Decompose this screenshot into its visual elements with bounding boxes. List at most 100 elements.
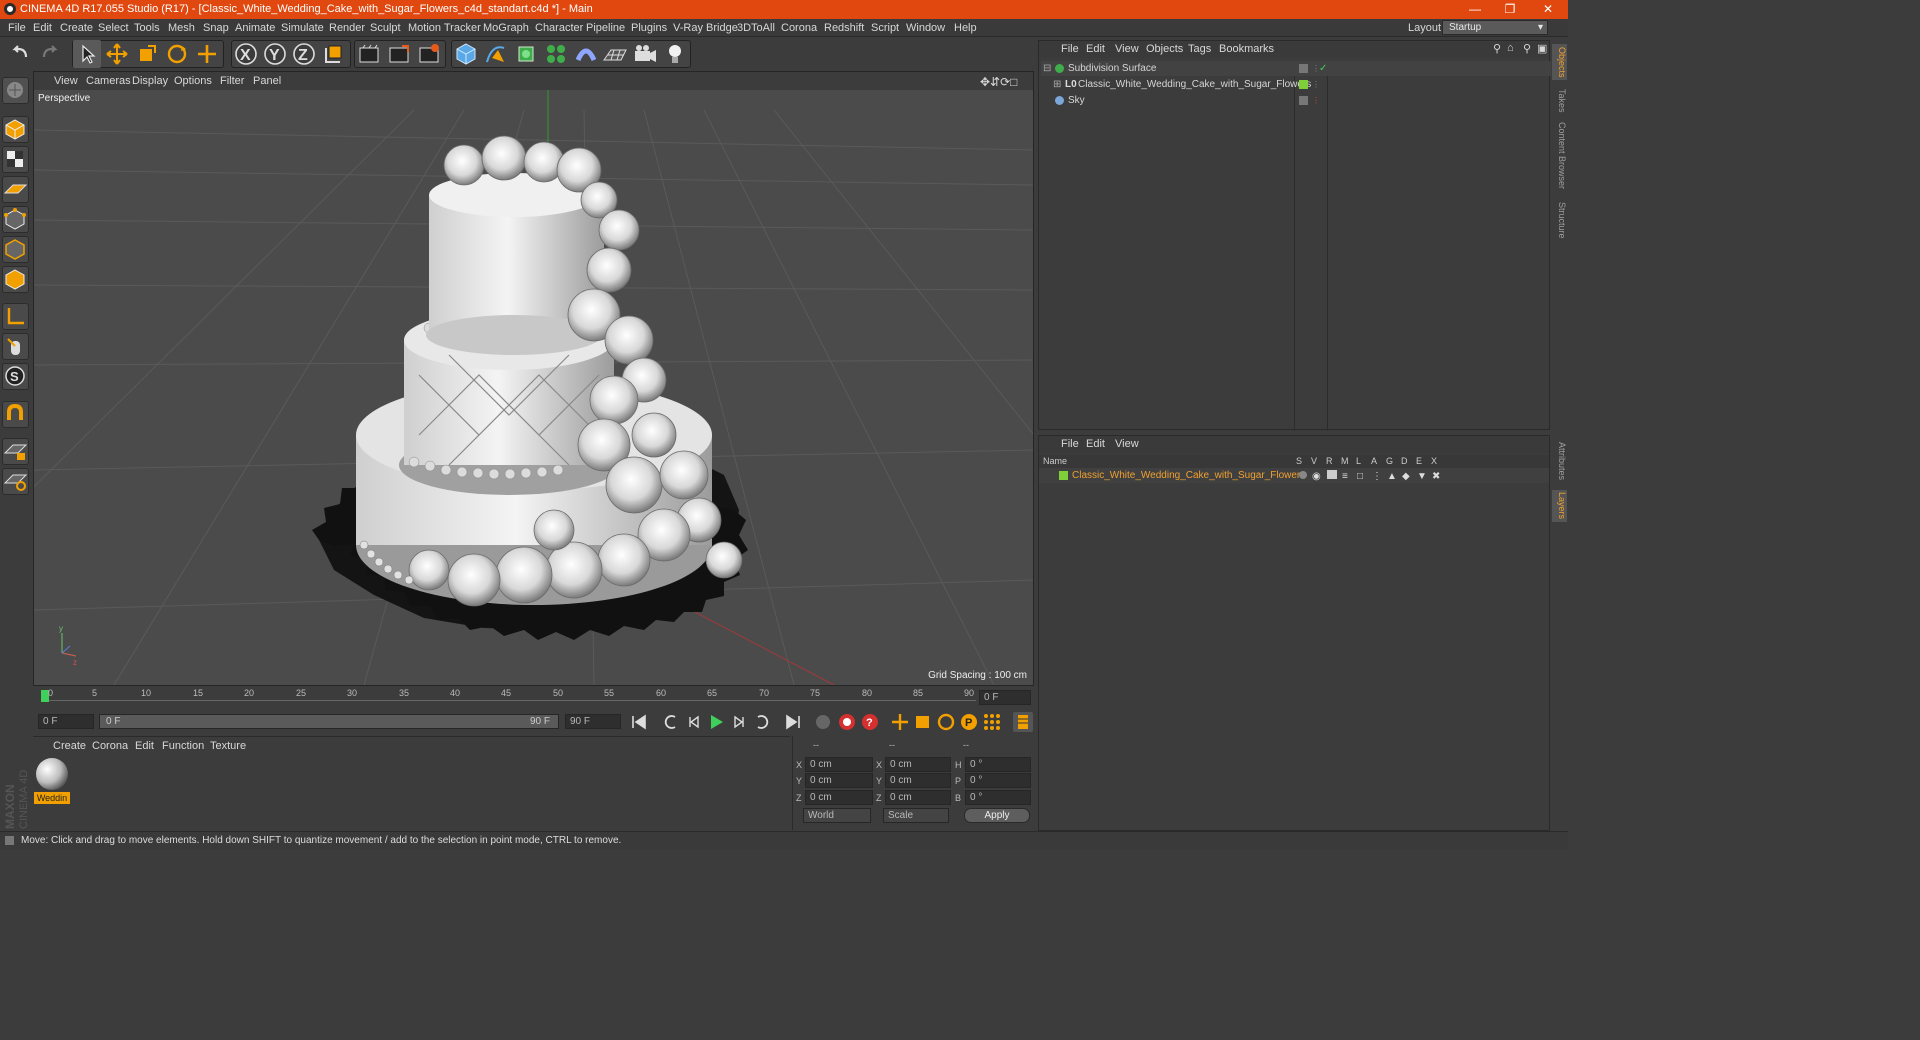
rotation-b-field[interactable]: 0 ° [965,790,1031,805]
render-view-button[interactable] [355,40,383,68]
pen-spline-button[interactable] [482,40,510,68]
size-mode-select[interactable]: Scale [883,808,949,823]
deformer-button[interactable] [572,40,600,68]
render-picture-viewer-button[interactable] [385,40,413,68]
tab-layers[interactable]: Layers [1552,490,1567,522]
tab-objects[interactable]: Objects [1552,44,1567,80]
visible-eye-icon[interactable]: ◉ [1312,469,1321,484]
play-button[interactable] [704,712,728,732]
material-menu-corona[interactable]: Corona [92,740,128,752]
record-keys-disabled-icon[interactable] [812,712,834,732]
expressions-toggle-icon[interactable]: ▼ [1417,469,1427,484]
animation-toggle-icon[interactable]: ⋮ [1372,469,1382,484]
menu-snap[interactable]: Snap [203,22,229,34]
render-settings-button[interactable] [415,40,443,68]
menu-help[interactable]: Help [954,22,977,34]
material-menu-edit[interactable]: Edit [135,740,154,752]
timeline-window-button[interactable] [1013,712,1033,732]
apply-button[interactable]: Apply [964,808,1030,823]
go-to-end-button[interactable] [781,712,805,732]
layer-row[interactable]: Classic_White_Wedding_Cake_with_Sugar_Fl… [1039,468,1549,483]
viewport-menu-panel[interactable]: Panel [253,75,281,87]
xref-toggle-icon[interactable]: ✖ [1432,469,1440,484]
enabled-check-icon[interactable]: ✓ [1319,61,1327,76]
workplane-button[interactable] [2,176,29,203]
tab-structure[interactable]: Structure [1552,198,1567,242]
position-y-field[interactable]: 0 cm [805,773,873,788]
solo-button[interactable]: S [2,363,29,390]
z-axis-lock-button[interactable]: Z [290,40,318,68]
viewport-3d-view[interactable]: y z [0,90,1235,686]
lock-workplane-button[interactable] [2,438,29,465]
timeline-ruler[interactable]: 0 5 10 15 20 25 30 35 40 45 50 55 60 65 … [33,686,1034,710]
viewport-menu-view[interactable]: View [54,75,78,87]
manager-toggle-icon[interactable]: ≡ [1342,469,1348,484]
menu-edit[interactable]: Edit [33,22,52,34]
visibility-dots-icon[interactable]: ⋮ [1312,77,1320,92]
edges-mode-button[interactable] [2,236,29,263]
viewport-menu-display[interactable]: Display [132,75,168,87]
texture-mode-button[interactable] [2,146,29,173]
menu-file[interactable]: File [8,22,26,34]
layers-menu-file[interactable]: File [1061,438,1079,450]
menu-simulate[interactable]: Simulate [281,22,324,34]
key-rotation-button[interactable] [935,712,957,732]
menu-tools[interactable]: Tools [134,22,160,34]
expand-icon[interactable]: ⊞ [1053,77,1061,92]
key-parameter-button[interactable]: P [958,712,980,732]
frame-range-slider[interactable]: 0 F 90 F [99,714,559,729]
menu-3dtoall[interactable]: 3DToAll [737,22,775,34]
end-frame-field[interactable]: 90 F [565,714,621,729]
snapping-button[interactable] [2,401,29,428]
key-scale-button[interactable] [912,712,934,732]
viewport-menu-cameras[interactable]: Cameras [86,75,131,87]
camera-button[interactable] [631,40,659,68]
redo-button[interactable] [36,40,64,68]
menu-sculpt[interactable]: Sculpt [370,22,401,34]
menu-redshift[interactable]: Redshift [824,22,864,34]
material-menu-texture[interactable]: Texture [210,740,246,752]
planar-workplane-button[interactable] [2,468,29,495]
coordinate-system-button[interactable] [320,40,348,68]
menu-mesh[interactable]: Mesh [168,22,195,34]
tab-attributes[interactable]: Attributes [1552,436,1567,486]
solo-toggle-icon[interactable] [1299,471,1307,479]
objects-menu-bookmarks[interactable]: Bookmarks [1219,43,1274,55]
objects-menu-file[interactable]: File [1061,43,1079,55]
viewport-menu-filter[interactable]: Filter [220,75,244,87]
rotate-tool-button[interactable] [163,40,191,68]
render-toggle-icon[interactable] [1327,470,1337,479]
new-view-icon[interactable]: ⚲ [1523,42,1531,55]
light-button[interactable] [661,40,689,68]
restore-icon[interactable]: ❐ [1495,0,1525,19]
menu-plugins[interactable]: Plugins [631,22,667,34]
menu-corona[interactable]: Corona [781,22,817,34]
viewport-navigation-icon[interactable]: ✥⇵⟳□ [980,75,1017,89]
position-z-field[interactable]: 0 cm [805,790,873,805]
menu-window[interactable]: Window [906,22,945,34]
objects-menu-edit[interactable]: Edit [1086,43,1105,55]
lock-icon[interactable]: □ [1357,469,1363,484]
cloner-button[interactable] [542,40,570,68]
rotation-h-field[interactable]: 0 ° [965,757,1031,772]
select-tool-button[interactable] [73,40,101,68]
material-menu-function[interactable]: Function [162,740,204,752]
previous-key-button[interactable] [659,712,683,732]
model-mode-button[interactable] [2,116,29,143]
minimize-icon[interactable]: — [1460,0,1490,19]
make-editable-button[interactable] [2,77,29,104]
close-icon[interactable]: ✕ [1533,0,1563,19]
next-frame-button[interactable] [727,712,751,732]
key-pla-button[interactable] [981,712,1003,732]
record-active-objects-button[interactable] [836,712,858,732]
menu-animate[interactable]: Animate [235,22,275,34]
layer-color-swatch[interactable] [1059,471,1068,480]
layout-select[interactable]: Startup ▾ [1442,20,1548,35]
size-z-field[interactable]: 0 cm [885,790,951,805]
menu-create[interactable]: Create [60,22,93,34]
move-tool-button[interactable] [103,40,131,68]
object-row[interactable]: ⊞ L0 Classic_White_Wedding_Cake_with_Sug… [1041,77,1551,92]
floor-button[interactable] [601,40,629,68]
previous-frame-button[interactable] [682,712,706,732]
objects-menu-objects[interactable]: Objects [1146,43,1183,55]
